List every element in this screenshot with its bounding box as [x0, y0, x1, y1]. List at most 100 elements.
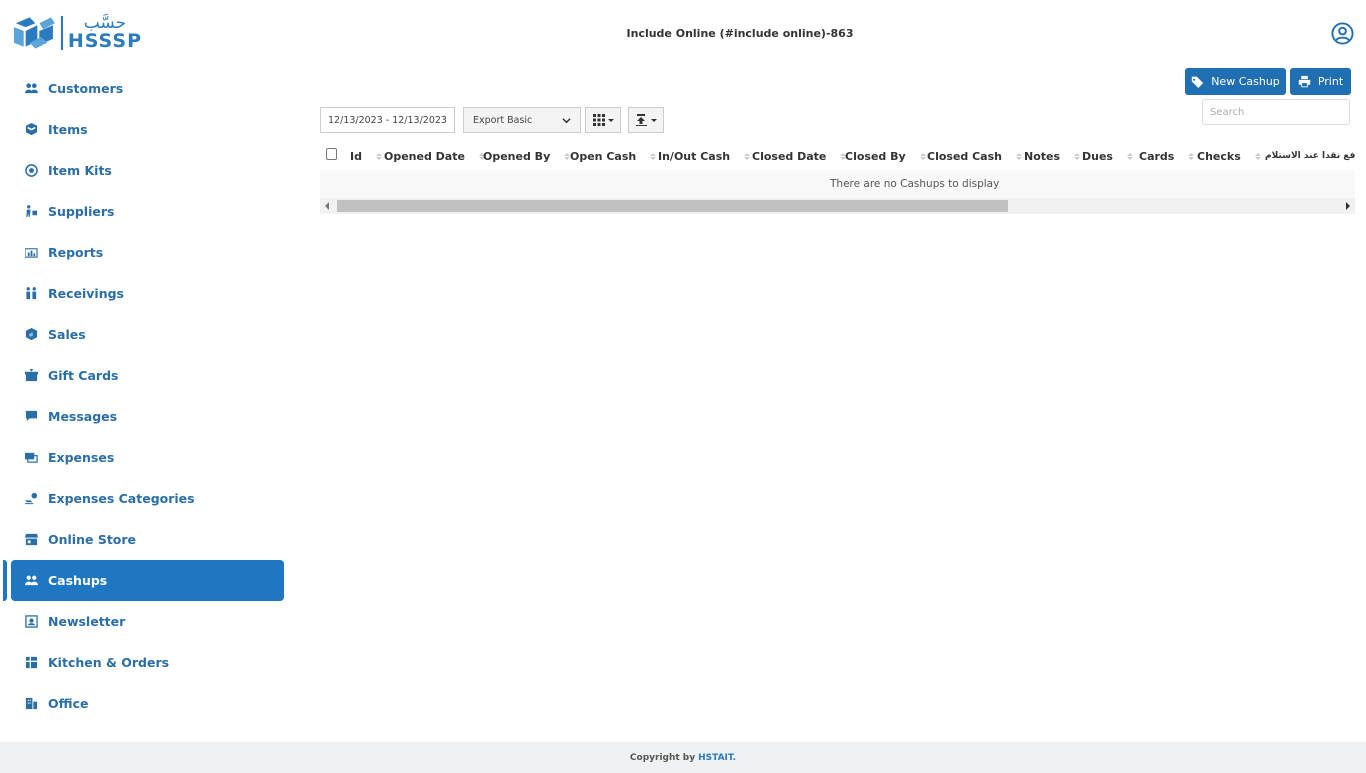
active-indicator — [3, 560, 7, 601]
column-header-label: Id — [350, 149, 362, 163]
chevron-down-icon — [562, 117, 571, 123]
sidebar-item-kitchen-orders[interactable]: Kitchen & Orders — [11, 642, 284, 683]
scroll-thumb[interactable] — [337, 200, 1008, 212]
logo[interactable]: حسَّب HSSSP — [12, 12, 142, 54]
export-button[interactable] — [628, 107, 664, 133]
scroll-left-icon[interactable] — [325, 202, 329, 210]
column-header[interactable]: Notes — [1024, 142, 1082, 170]
print-label: Print — [1317, 75, 1344, 88]
sort-icon[interactable] — [1126, 152, 1133, 160]
new-cashup-button[interactable]: New Cashup — [1185, 68, 1286, 95]
app-root: حسَّب HSSSP Include Online (#include onl… — [0, 0, 1366, 773]
column-header-label: Closed Date — [752, 149, 827, 163]
sidebar-item-receivings[interactable]: Receivings — [11, 273, 284, 314]
sidebar-item-label: Suppliers — [48, 204, 115, 219]
sidebar-item-gift-cards[interactable]: Gift Cards — [11, 355, 284, 396]
sort-icon[interactable] — [375, 152, 382, 160]
search-input[interactable] — [1202, 99, 1350, 125]
sidebar-item-messages[interactable]: Messages — [11, 396, 284, 437]
sidebar-item-label: Reports — [48, 245, 104, 260]
cashups-table: Id Opened Date Opened By Open Cash In/Out Ca… — [320, 142, 1355, 214]
sort-icon[interactable] — [1016, 152, 1022, 160]
logo-divider — [60, 16, 63, 50]
column-header[interactable]: Checks — [1197, 142, 1265, 170]
sidebar-item-label: Item Kits — [48, 163, 112, 178]
sort-icon[interactable] — [744, 152, 751, 160]
column-header[interactable]: الدفع نقدا عند الاستلام — [1265, 142, 1355, 170]
sidebar-item-item-kits[interactable]: Item Kits — [11, 150, 284, 191]
suppliers-icon — [24, 205, 38, 219]
sidebar-item-reports[interactable]: Reports — [11, 232, 284, 273]
sidebar-item-sales[interactable]: Sales — [11, 314, 284, 355]
column-header[interactable]: Closed By — [845, 142, 927, 170]
item-kits-icon — [24, 164, 38, 178]
sidebar-item-label: Messages — [48, 409, 118, 424]
column-header[interactable]: Open Cash — [570, 142, 658, 170]
column-header[interactable]: Opened By — [483, 142, 571, 170]
sort-icon[interactable] — [1254, 152, 1261, 160]
column-header-label: Closed Cash — [927, 149, 1002, 163]
customers-icon — [24, 82, 38, 96]
column-header[interactable]: Id — [350, 142, 384, 170]
gift-cards-icon — [24, 369, 38, 383]
sidebar-item-label: Expenses — [48, 450, 115, 465]
sort-icon[interactable] — [1074, 152, 1081, 160]
expenses-categories-icon — [24, 492, 38, 506]
cashups-icon — [24, 574, 38, 588]
sidebar-item-label: Expenses Categories — [48, 491, 195, 506]
tag-icon — [1192, 76, 1204, 88]
sidebar-item-label: Newsletter — [48, 614, 126, 629]
sidebar-item-suppliers[interactable]: Suppliers — [11, 191, 284, 232]
receivings-icon — [24, 287, 38, 301]
column-header-label: In/Out Cash — [658, 149, 731, 163]
sidebar-item-label: Items — [48, 122, 88, 137]
sidebar-item-label: Sales — [48, 327, 86, 342]
column-header-label: Notes — [1024, 149, 1061, 163]
messages-icon — [24, 410, 38, 424]
grid-icon — [592, 114, 605, 126]
copyright-text: Copyright by — [629, 752, 696, 763]
horizontal-scrollbar[interactable] — [320, 198, 1355, 214]
caret-down-icon — [607, 118, 614, 122]
column-header-label: الدفع نقدا عند الاستلام — [1265, 151, 1355, 161]
sidebar-item-office[interactable]: Office — [11, 683, 284, 724]
column-header[interactable]: Closed Date — [752, 142, 847, 170]
logo-mark-icon — [13, 17, 55, 49]
reports-icon — [24, 246, 38, 260]
sidebar-item-label: Office — [48, 696, 89, 711]
footer-brand-link[interactable]: HSTAIT. — [698, 753, 736, 763]
kitchen-orders-icon — [24, 656, 38, 670]
sidebar-item-expenses[interactable]: Expenses — [11, 437, 284, 478]
logo-text: حسَّب HSSSP — [68, 15, 142, 51]
sidebar-item-label: Gift Cards — [48, 368, 119, 383]
column-header[interactable]: Closed Cash — [927, 142, 1024, 170]
sidebar-item-expenses-categories[interactable]: Expenses Categories — [11, 478, 284, 519]
sort-icon[interactable] — [919, 152, 926, 160]
sidebar-item-label: Online Store — [48, 532, 137, 547]
newsletter-icon — [24, 615, 38, 629]
sidebar-item-cashups[interactable]: Cashups — [3, 560, 284, 601]
sidebar-item-items[interactable]: Items — [11, 109, 284, 150]
print-button[interactable]: Print — [1290, 68, 1351, 95]
column-header[interactable]: Cards — [1139, 142, 1197, 170]
sidebar-item-newsletter[interactable]: Newsletter — [11, 601, 284, 642]
export-type-select[interactable]: Export Basic — [463, 107, 581, 133]
sidebar-item-customers[interactable]: Customers — [11, 68, 284, 109]
page-title: Include Online (#include online)-863 — [626, 27, 854, 40]
sidebar-item-online-store[interactable]: Online Store — [11, 519, 284, 560]
column-header[interactable]: Opened Date — [384, 142, 485, 170]
export-type-value: Export Basic — [473, 114, 533, 126]
column-header[interactable]: Dues — [1082, 142, 1139, 170]
columns-toggle-button[interactable] — [585, 107, 621, 133]
office-icon — [24, 697, 38, 711]
sidebar-item-label: Cashups — [48, 573, 108, 588]
column-header-label: Opened By — [483, 149, 551, 163]
column-header[interactable]: In/Out Cash — [658, 142, 752, 170]
table-header: Id Opened Date Opened By Open Cash In/Out Ca… — [320, 142, 1355, 170]
select-all-checkbox[interactable] — [326, 147, 337, 160]
sort-icon[interactable] — [650, 152, 657, 160]
scroll-right-icon[interactable] — [1346, 202, 1350, 210]
user-account-icon[interactable] — [1331, 22, 1354, 45]
date-range-input[interactable] — [320, 107, 455, 133]
sort-icon[interactable] — [1188, 152, 1195, 160]
